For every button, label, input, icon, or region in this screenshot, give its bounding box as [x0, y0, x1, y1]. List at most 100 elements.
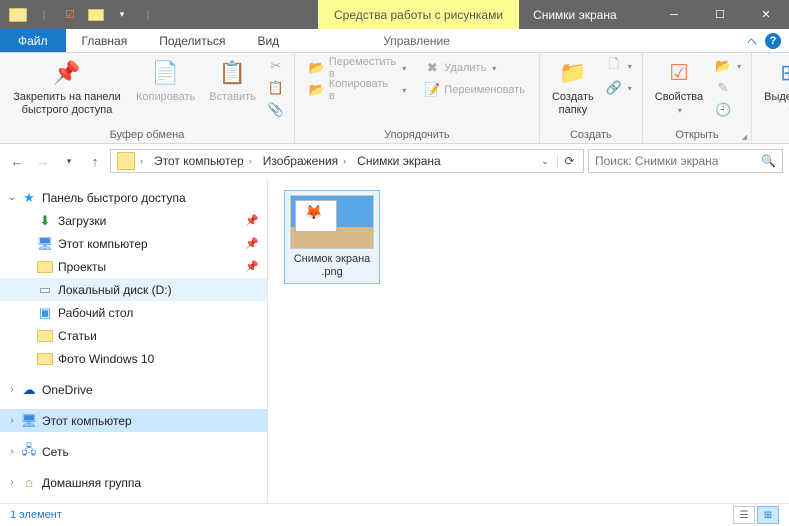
- expand-icon[interactable]: ›: [4, 477, 20, 488]
- details-view-button[interactable]: ☰: [733, 506, 755, 524]
- group-label-open: Открыть: [643, 129, 751, 143]
- cut-button[interactable]: ✂: [264, 55, 288, 77]
- computer-icon: 🖥: [36, 236, 54, 252]
- chevron-right-icon[interactable]: ›: [340, 156, 349, 166]
- disk-icon: ▭: [36, 282, 54, 298]
- chevron-right-icon[interactable]: ›: [246, 156, 255, 166]
- breadcrumb-segment[interactable]: Изображения›: [259, 154, 353, 168]
- move-to-button[interactable]: 📂Переместить в▾: [305, 57, 410, 79]
- expand-icon[interactable]: ›: [4, 384, 20, 395]
- paste-shortcut-icon: 📎: [268, 102, 284, 118]
- navigation-tree[interactable]: ⌄★Панель быстрого доступа ⬇Загрузки📌 🖥Эт…: [0, 178, 268, 503]
- tree-homegroup[interactable]: ›⌂Домашняя группа: [0, 471, 267, 494]
- paste-icon: 📋: [217, 57, 249, 89]
- folder-icon[interactable]: [6, 4, 30, 26]
- expand-icon[interactable]: ⌄: [4, 192, 20, 203]
- delete-button[interactable]: ✖Удалить▾: [420, 57, 529, 79]
- open-button[interactable]: 📂▾: [711, 55, 745, 77]
- properties-button[interactable]: ☑ Свойства▾: [649, 55, 709, 119]
- chevron-right-icon[interactable]: ›: [137, 156, 146, 166]
- pin-icon: 📌: [245, 237, 259, 250]
- tab-context-manage[interactable]: Управление: [367, 29, 466, 52]
- new-folder-qa-icon[interactable]: [84, 4, 108, 26]
- tab-view[interactable]: Вид: [241, 29, 295, 52]
- group-new: 📁 Создать папку 🗋▾ 🔗▾ Создать: [540, 53, 643, 143]
- new-folder-button[interactable]: 📁 Создать папку: [546, 55, 600, 119]
- file-item[interactable]: Снимок экрана .png: [284, 190, 380, 284]
- copy-button[interactable]: 📄 Копировать: [130, 55, 201, 106]
- search-input[interactable]: [595, 154, 755, 168]
- forward-button[interactable]: →: [32, 150, 54, 172]
- group-open: ☑ Свойства▾ 📂▾ ✎ 🕘 Открыть: [643, 53, 752, 143]
- close-button[interactable]: ✕: [743, 0, 789, 29]
- paste-shortcut-button[interactable]: 📎: [264, 99, 288, 121]
- select-icon: ⊞: [773, 57, 789, 89]
- easy-access-icon: 🔗: [606, 80, 622, 96]
- tree-desktop[interactable]: ▣Рабочий стол: [0, 301, 267, 324]
- tree-downloads[interactable]: ⬇Загрузки📌: [0, 209, 267, 232]
- collapse-ribbon-icon[interactable]: へ: [747, 33, 757, 48]
- maximize-button[interactable]: ☐: [697, 0, 743, 29]
- cut-icon: ✂: [268, 58, 284, 74]
- homegroup-icon: ⌂: [20, 475, 38, 491]
- tree-articles[interactable]: Статьи: [0, 324, 267, 347]
- tab-file[interactable]: Файл: [0, 29, 66, 52]
- new-item-button[interactable]: 🗋▾: [602, 55, 636, 77]
- window-controls: ─ ☐ ✕: [651, 0, 789, 29]
- edit-button[interactable]: ✎: [711, 77, 745, 99]
- history-icon: 🕘: [715, 102, 731, 118]
- dropdown-icon: ▾: [628, 62, 632, 71]
- easy-access-button[interactable]: 🔗▾: [602, 77, 636, 99]
- tree-this-pc[interactable]: 🖥Этот компьютер📌: [0, 232, 267, 255]
- open-icon: 📂: [715, 58, 731, 74]
- address-root-icon[interactable]: ›: [113, 152, 150, 170]
- minimize-button[interactable]: ─: [651, 0, 697, 29]
- group-select: ⊞ Выделить▾: [752, 53, 789, 143]
- copy-to-icon: 📂: [309, 82, 325, 98]
- folder-icon: [36, 351, 54, 367]
- file-list[interactable]: Снимок экрана .png: [268, 178, 789, 503]
- rename-button[interactable]: 📝Переименовать: [420, 79, 529, 101]
- qat-separator: |: [136, 4, 160, 26]
- up-button[interactable]: ↑: [84, 150, 106, 172]
- star-icon: ★: [20, 190, 38, 206]
- tree-photos[interactable]: Фото Windows 10: [0, 347, 267, 370]
- expand-icon[interactable]: ›: [4, 446, 20, 457]
- history-button[interactable]: 🕘: [711, 99, 745, 121]
- context-tab-title: Средства работы с рисунками: [318, 0, 519, 29]
- icons-view-button[interactable]: ⊞: [757, 506, 779, 524]
- tree-quick-access[interactable]: ⌄★Панель быстрого доступа: [0, 186, 267, 209]
- pin-icon: 📌: [245, 260, 259, 273]
- tab-share[interactable]: Поделиться: [143, 29, 241, 52]
- pin-icon: 📌: [245, 214, 259, 227]
- expand-icon[interactable]: ›: [4, 415, 20, 426]
- search-icon[interactable]: 🔍: [761, 154, 776, 168]
- breadcrumb-segment[interactable]: Снимки экрана: [353, 154, 445, 168]
- tree-network[interactable]: ›🖧Сеть: [0, 440, 267, 463]
- help-icon[interactable]: ?: [765, 33, 781, 49]
- select-button[interactable]: ⊞ Выделить▾: [758, 55, 789, 119]
- address-bar[interactable]: › Этот компьютер› Изображения› Снимки эк…: [110, 149, 584, 173]
- title-bar: | ☑ ▾ | Средства работы с рисунками Сним…: [0, 0, 789, 29]
- recent-locations-button[interactable]: ▾: [58, 150, 80, 172]
- qat-dropdown-icon[interactable]: ▾: [110, 4, 134, 26]
- refresh-button[interactable]: ⟳: [557, 154, 581, 168]
- copy-path-button[interactable]: 📋: [264, 77, 288, 99]
- back-button[interactable]: ←: [6, 150, 28, 172]
- search-box[interactable]: 🔍: [588, 149, 783, 173]
- paste-button[interactable]: 📋 Вставить: [203, 55, 262, 106]
- tree-local-disk[interactable]: ▭Локальный диск (D:): [0, 278, 267, 301]
- dropdown-icon: ▾: [492, 64, 496, 73]
- onedrive-icon: ☁: [20, 382, 38, 398]
- tree-projects[interactable]: Проекты📌: [0, 255, 267, 278]
- quick-access-toolbar: | ☑ ▾ |: [0, 4, 160, 26]
- tree-this-pc-main[interactable]: ›🖥Этот компьютер: [0, 409, 267, 432]
- address-dropdown-button[interactable]: ⌄: [533, 154, 557, 168]
- pin-quick-access-button[interactable]: 📌 Закрепить на панели быстрого доступа: [6, 55, 128, 119]
- ribbon-tabs: Файл Главная Поделиться Вид Управление へ…: [0, 29, 789, 53]
- breadcrumb-segment[interactable]: Этот компьютер›: [150, 154, 259, 168]
- tree-onedrive[interactable]: ›☁OneDrive: [0, 378, 267, 401]
- copy-to-button[interactable]: 📂Копировать в▾: [305, 79, 410, 101]
- tab-home[interactable]: Главная: [66, 29, 144, 52]
- properties-qa-icon[interactable]: ☑: [58, 4, 82, 26]
